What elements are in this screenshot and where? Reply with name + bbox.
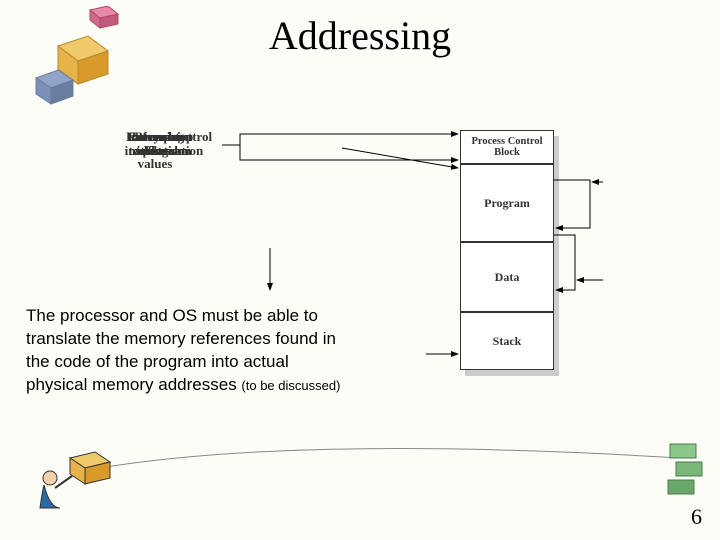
footer-divider (100, 440, 680, 480)
body-text-small: (to be discussed) (241, 378, 340, 393)
block-pcb: Process Control Block (460, 130, 554, 164)
cartoon-person-icon (30, 448, 120, 518)
page-number: 6 (691, 504, 702, 530)
block-data: Data (460, 242, 554, 312)
block-program: Program (460, 164, 554, 242)
body-text: The processor and OS must be able to tra… (26, 305, 346, 397)
block-stack: Stack (460, 312, 554, 370)
decorative-boxes-bottom-right (660, 440, 710, 510)
slide-title: Addressing (0, 12, 720, 59)
label-refdata: Reference to data (120, 130, 190, 157)
